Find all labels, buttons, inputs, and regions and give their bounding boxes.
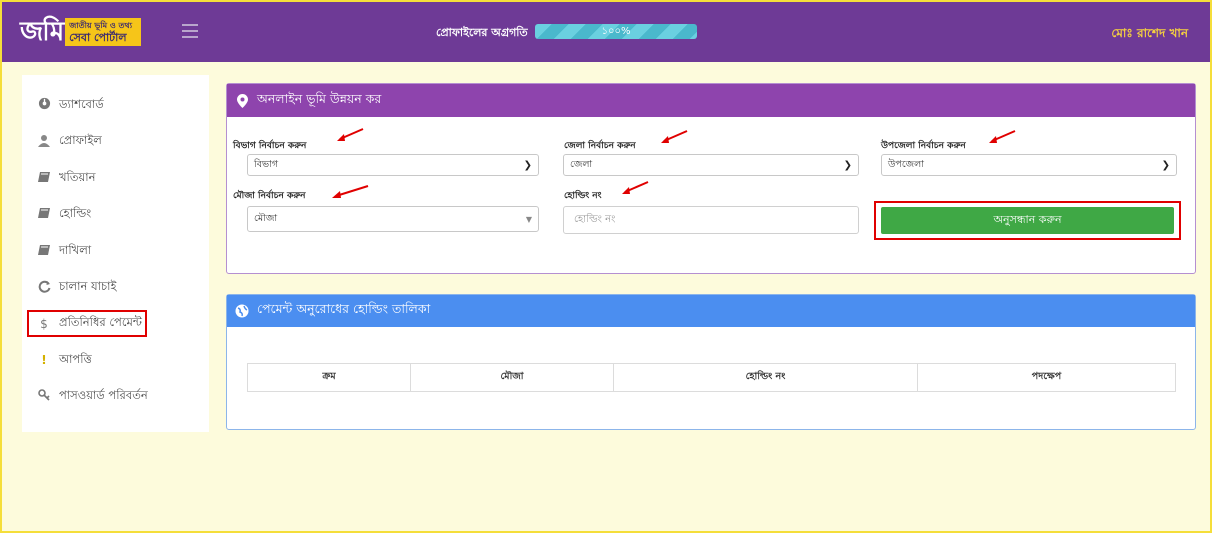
book-icon	[37, 244, 51, 259]
map-marker-icon	[235, 93, 249, 108]
district-select-value: জেলা	[570, 158, 593, 170]
profile-progress-bar: ১০০%	[535, 24, 697, 39]
upazila-select-value: উপজেলা	[888, 158, 924, 170]
sidebar-item-representative-payment[interactable]: $ প্রতিনিধির পেমেন্ট	[27, 310, 147, 337]
refresh-icon	[37, 280, 51, 296]
land-tax-search-panel: অনলাইন ভূমি উন্নয়ন কর বিভাগ নির্বাচন কর…	[226, 83, 1196, 274]
dashboard-icon	[37, 97, 51, 113]
chevron-down-icon: ❯	[843, 159, 852, 171]
annotation-arrow-icon	[622, 181, 649, 194]
holding-number-input[interactable]: হোল্ডিং নং	[563, 206, 859, 234]
annotation-arrow-icon	[989, 130, 1016, 143]
book-icon	[37, 207, 51, 222]
sidebar: ড্যাশবোর্ড প্রোফাইল খতিয়ান হোল্ডিং দাখি…	[22, 75, 209, 432]
user-icon	[37, 134, 51, 150]
sidebar-item-label: হোল্ডিং	[59, 206, 92, 221]
logo-main-text: জমি	[20, 17, 64, 47]
logo-tagline-top: জাতীয় ভূমি ও তথ্য	[69, 20, 133, 30]
search-button[interactable]: অনুসন্ধান করুন	[881, 207, 1174, 234]
top-navbar: জমি জাতীয় ভূমি ও তথ্য সেবা পোর্টাল প্রো…	[2, 2, 1210, 62]
sidebar-item-label: প্রতিনিধির পেমেন্ট	[59, 315, 142, 329]
division-label: বিভাগ নির্বাচন করুন	[233, 141, 307, 151]
sidebar-item-label: পাসওয়ার্ড পরিবর্তন	[59, 388, 148, 403]
logo-tagline-bottom: সেবা পোর্টাল	[69, 30, 127, 44]
column-header-action: পদক্ষেপ	[1031, 371, 1062, 382]
annotation-arrow-icon	[332, 185, 369, 198]
column-header-mouza: মৌজা	[411, 364, 614, 391]
exclamation-icon: !	[41, 353, 47, 368]
profile-progress-label: প্রোফাইলের অগ্রগতি	[436, 26, 528, 39]
sidebar-item-label: প্রোফাইল	[59, 133, 102, 148]
sidebar-item-holding[interactable]: হোল্ডিং	[22, 197, 209, 234]
sidebar-item-change-password[interactable]: পাসওয়ার্ড পরিবর্তন	[22, 379, 209, 416]
sidebar-item-label: ড্যাশবোর্ড	[59, 96, 104, 111]
column-header-serial: ক্রম	[248, 364, 411, 391]
site-logo[interactable]: জমি জাতীয় ভূমি ও তথ্য সেবা পোর্টাল	[20, 15, 142, 49]
book-icon	[37, 171, 51, 186]
sidebar-item-dakhila[interactable]: দাখিলা	[22, 233, 209, 270]
sidebar-item-challan-verify[interactable]: চালান যাচাই	[22, 270, 209, 307]
panel-title: অনলাইন ভূমি উন্নয়ন কর	[257, 90, 382, 106]
sidebar-item-profile[interactable]: প্রোফাইল	[22, 124, 209, 161]
upazila-select[interactable]: উপজেলা ❯	[881, 154, 1177, 176]
annotation-arrow-icon	[661, 130, 688, 143]
district-select[interactable]: জেলা ❯	[563, 154, 859, 176]
mouza-select[interactable]: মৌজা ▼	[247, 206, 539, 232]
chevron-down-icon: ❯	[523, 159, 532, 171]
sidebar-item-label: আপত্তি	[59, 351, 92, 366]
holding-number-label: হোল্ডিং নং	[564, 191, 602, 201]
sidebar-item-label: চালান যাচাই	[59, 279, 117, 294]
panel-title: পেমেন্ট অনুরোধের হোল্ডিং তালিকা	[257, 301, 431, 316]
division-select-value: বিভাগ	[254, 158, 279, 170]
globe-icon	[235, 304, 249, 318]
chevron-down-icon: ❯	[1161, 159, 1170, 171]
annotation-arrow-icon	[337, 128, 364, 141]
mouza-select-value: মৌজা	[254, 212, 278, 224]
panel-header: অনলাইন ভূমি উন্নয়ন কর	[227, 84, 1195, 117]
menu-toggle-icon[interactable]	[182, 24, 198, 38]
logo-tagline: জাতীয় ভূমি ও তথ্য সেবা পোর্টাল	[65, 18, 142, 46]
caret-down-icon: ▼	[525, 214, 532, 224]
sidebar-item-label: দাখিলা	[59, 242, 92, 257]
sidebar-item-dashboard[interactable]: ড্যাশবোর্ড	[22, 87, 209, 124]
dollar-icon: $	[40, 316, 48, 331]
user-name-menu[interactable]: মোঃ রাশেদ খান	[1111, 25, 1188, 45]
mouza-label: মৌজা নির্বাচন করুন	[233, 191, 306, 201]
sidebar-item-objection[interactable]: ! আপত্তি	[22, 342, 209, 379]
district-label: জেলা নির্বাচন করুন	[564, 141, 636, 151]
panel-header: পেমেন্ট অনুরোধের হোল্ডিং তালিকা	[227, 295, 1195, 327]
division-select[interactable]: বিভাগ ❯	[247, 154, 539, 176]
sidebar-item-label: খতিয়ান	[59, 169, 96, 184]
holding-table-header: ক্রম মৌজা হোল্ডিং নং পদক্ষেপ	[247, 363, 1176, 392]
upazila-label: উপজেলা নির্বাচন করুন	[881, 141, 966, 151]
column-header-holding-number: হোল্ডিং নং	[614, 364, 918, 391]
profile-progress-text: ১০০%	[601, 26, 631, 37]
key-icon	[37, 389, 51, 404]
sidebar-item-khatian[interactable]: খতিয়ান	[22, 160, 209, 197]
search-button-highlight: অনুসন্ধান করুন	[874, 201, 1181, 240]
payment-holding-list-panel: পেমেন্ট অনুরোধের হোল্ডিং তালিকা ক্রম মৌজ…	[226, 294, 1196, 430]
